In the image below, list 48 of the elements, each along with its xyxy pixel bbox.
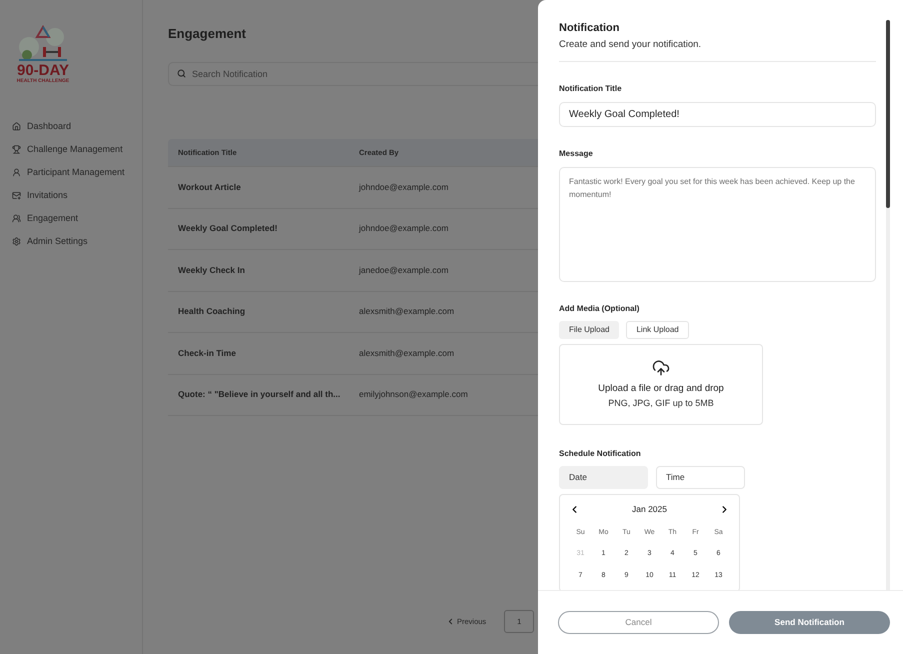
field-label: Notification Title — [559, 83, 623, 95]
upload-text: Upload a file or drag and drop — [598, 382, 724, 396]
table-cell-text: johndoe@example.com — [358, 222, 450, 236]
table-cell-text: emilyjohnson@example.com — [358, 388, 469, 402]
sidebar-item[interactable]: Participant Management — [12, 164, 142, 180]
users-icon — [12, 214, 21, 222]
chevron-left-icon — [446, 617, 455, 626]
table-cell-text: johndoe@example.com — [358, 180, 450, 194]
sidebar-item[interactable]: Invitations — [12, 187, 142, 203]
title-input[interactable]: Weekly Goal Completed! — [559, 102, 876, 127]
home-icon — [12, 122, 21, 130]
scrollbar-thumb[interactable] — [886, 20, 890, 208]
sidebar-item[interactable]: Engagement — [12, 210, 142, 226]
media-tab[interactable]: File Upload — [559, 321, 620, 339]
sidebar-item[interactable]: Dashboard — [12, 118, 142, 134]
cloud-upload-icon — [652, 359, 670, 377]
table-cell-text: Check-in Time — [177, 346, 237, 360]
schedule-tab[interactable]: Date — [559, 466, 648, 489]
sidebar-item[interactable]: Challenge Management — [12, 141, 142, 157]
table-cell-text: alexsmith@example.com — [358, 346, 456, 360]
table-cell-text: Quote: “ "Believe in yourself and all th... — [177, 388, 342, 402]
calendar-month: Jan 2025 — [632, 503, 667, 516]
table-cell-text: Health Coaching — [177, 305, 246, 318]
field-label: Add Media (Optional) — [559, 303, 640, 315]
table-cell-text: Weekly Check In — [177, 264, 246, 277]
page-title: Engagement — [168, 26, 246, 42]
media-tab[interactable]: Link Upload — [626, 321, 689, 339]
sidebar-item[interactable]: Admin Settings — [12, 233, 142, 249]
drawer-subtitle: Create and send your notification. — [559, 39, 702, 51]
field-label: Message — [559, 148, 594, 160]
trophy-icon — [12, 144, 21, 154]
logo-title: 90-DAY — [17, 63, 69, 78]
table-cell-text: alexsmith@example.com — [358, 305, 456, 318]
message-textarea[interactable]: Fantastic work! Every goal you set for this week has been achieved. Keep up the momentum! — [559, 167, 876, 282]
schedule-tab[interactable]: Time — [656, 466, 745, 489]
field-label: Schedule Notification — [559, 448, 642, 460]
user-icon — [12, 168, 21, 176]
logo-icon — [17, 25, 69, 63]
table-cell-text: janedoe@example.com — [358, 264, 450, 277]
settings-icon — [12, 236, 21, 246]
cancel-button[interactable]: Cancel — [558, 611, 719, 634]
table-cell-text: Weekly Goal Completed! — [177, 222, 279, 236]
upload-dropzone[interactable]: Upload a file or drag and drop PNG, JPG, GIF up to 5MB — [559, 344, 763, 425]
search-icon — [177, 68, 186, 78]
mail-icon — [12, 190, 21, 200]
upload-hint: PNG, JPG, GIF up to 5MB — [608, 397, 714, 410]
table-cell-text: Workout Article — [177, 180, 242, 194]
drawer-title: Notification — [559, 21, 620, 35]
